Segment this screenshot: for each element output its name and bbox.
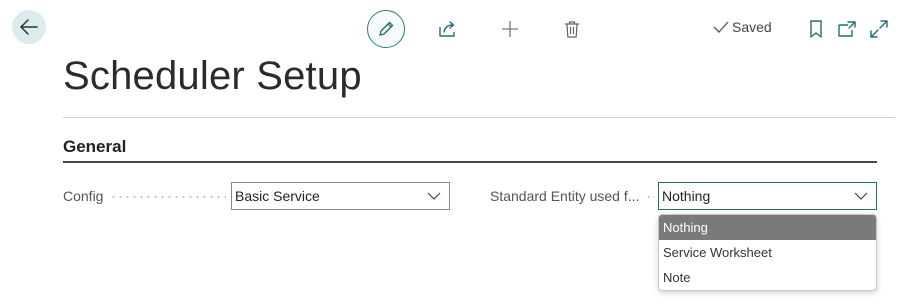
checkmark-icon [713, 21, 729, 33]
dropdown-option-note[interactable]: Note [659, 265, 876, 290]
delete-button[interactable] [560, 17, 584, 41]
expand-button[interactable] [868, 17, 890, 41]
title-divider [63, 117, 895, 118]
section-divider [63, 161, 877, 163]
config-leader-dots [110, 196, 226, 198]
share-button[interactable] [436, 17, 460, 41]
pencil-icon [379, 21, 394, 36]
new-button[interactable] [498, 17, 522, 41]
expand-icon [870, 20, 888, 38]
arrow-left-icon [20, 19, 38, 35]
popout-button[interactable] [836, 17, 858, 41]
section-title-general[interactable]: General [63, 137, 126, 157]
chevron-down-icon [427, 192, 441, 200]
dropdown-option-nothing[interactable]: Nothing [659, 215, 876, 240]
standard-entity-select[interactable]: Nothing [658, 182, 877, 210]
trash-icon [565, 21, 579, 38]
config-label: Config [63, 188, 104, 204]
standard-entity-dropdown: Nothing Service Worksheet Note [658, 214, 877, 291]
bookmark-button[interactable] [806, 17, 826, 41]
dropdown-option-service-worksheet[interactable]: Service Worksheet [659, 240, 876, 265]
config-select[interactable]: Basic Service [231, 182, 450, 210]
share-icon [439, 21, 455, 37]
plus-icon [502, 21, 518, 37]
saved-status: Saved [713, 19, 772, 35]
open-new-window-icon [838, 21, 856, 37]
standard-entity-label: Standard Entity used f... [490, 188, 640, 204]
config-select-value: Basic Service [235, 188, 320, 204]
edit-button[interactable] [367, 10, 405, 48]
bookmark-icon [810, 20, 822, 38]
back-button[interactable] [12, 10, 46, 44]
page-title: Scheduler Setup [63, 54, 362, 98]
standard-entity-select-value: Nothing [662, 188, 711, 204]
saved-label: Saved [732, 19, 772, 35]
chevron-down-icon [854, 192, 868, 200]
standard-entity-leader-dots [645, 196, 655, 198]
